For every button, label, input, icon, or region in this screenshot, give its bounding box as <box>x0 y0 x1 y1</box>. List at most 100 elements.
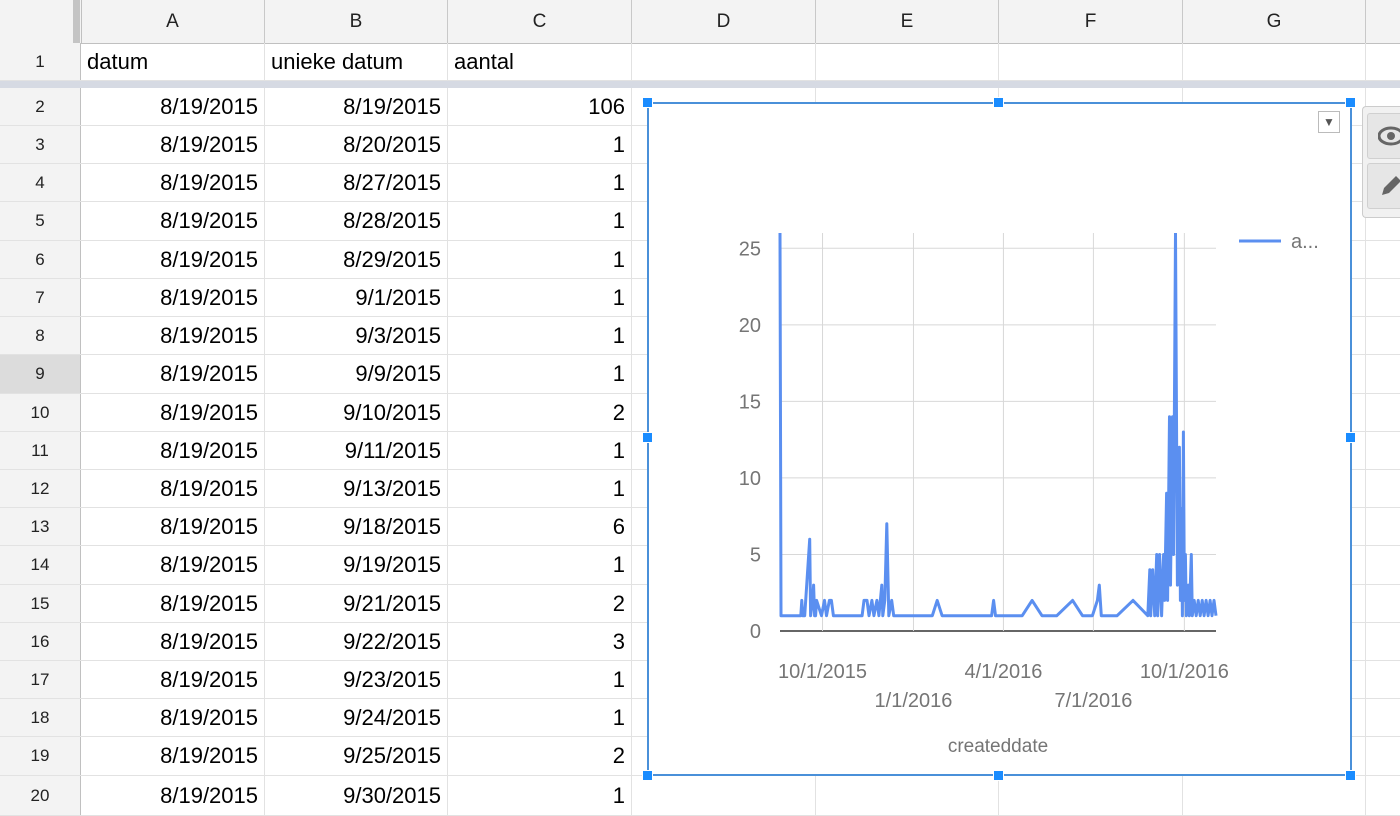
resize-handle-left[interactable] <box>642 432 653 443</box>
cell-b[interactable]: 8/20/2015 <box>265 126 448 163</box>
cell-c[interactable]: 1 <box>448 661 632 698</box>
row-header[interactable]: 20 <box>0 776 81 815</box>
cell-a[interactable]: 8/19/2015 <box>81 394 265 431</box>
row-header[interactable]: 2 <box>0 88 81 125</box>
cell-b[interactable]: 9/10/2015 <box>265 394 448 431</box>
column-header-c[interactable]: C <box>448 0 632 43</box>
cell-empty[interactable] <box>1366 279 1400 316</box>
cell-c[interactable]: 1 <box>448 126 632 163</box>
view-chart-button[interactable] <box>1367 113 1400 159</box>
row-header[interactable]: 8 <box>0 317 81 354</box>
column-header-f[interactable]: F <box>999 0 1183 43</box>
cell-empty[interactable] <box>1183 43 1366 80</box>
cell-empty[interactable] <box>1366 699 1400 736</box>
row-header[interactable]: 3 <box>0 126 81 163</box>
cell-b[interactable]: 9/3/2015 <box>265 317 448 354</box>
cell-b[interactable]: 8/29/2015 <box>265 241 448 278</box>
cell-a[interactable]: 8/19/2015 <box>81 737 265 775</box>
row-header[interactable]: 18 <box>0 699 81 736</box>
freeze-handle[interactable] <box>73 0 80 43</box>
cell-a[interactable]: 8/19/2015 <box>81 317 265 354</box>
cell-empty[interactable] <box>632 776 816 815</box>
cell-c[interactable]: 1 <box>448 164 632 201</box>
cell-empty[interactable] <box>1366 432 1400 469</box>
row-header[interactable]: 13 <box>0 508 81 545</box>
resize-handle-bottom-right[interactable] <box>1345 770 1356 781</box>
cell-a[interactable]: 8/19/2015 <box>81 241 265 278</box>
cell-a[interactable]: 8/19/2015 <box>81 355 265 393</box>
resize-handle-bottom[interactable] <box>993 770 1004 781</box>
cell-a[interactable]: 8/19/2015 <box>81 661 265 698</box>
chart-menu-dropdown[interactable]: ▼ <box>1318 111 1340 133</box>
row-header[interactable]: 17 <box>0 661 81 698</box>
cell-empty[interactable] <box>1366 470 1400 507</box>
cell-b[interactable]: 9/25/2015 <box>265 737 448 775</box>
cell-c[interactable]: 1 <box>448 776 632 815</box>
cell-a[interactable]: datum <box>81 43 265 80</box>
resize-handle-top-right[interactable] <box>1345 97 1356 108</box>
cell-c[interactable]: 1 <box>448 546 632 584</box>
cell-a[interactable]: 8/19/2015 <box>81 623 265 660</box>
cell-b[interactable]: 9/13/2015 <box>265 470 448 507</box>
row-header[interactable]: 19 <box>0 737 81 775</box>
cell-c[interactable]: 2 <box>448 585 632 622</box>
cell-b[interactable]: 9/1/2015 <box>265 279 448 316</box>
row-header[interactable]: 16 <box>0 623 81 660</box>
cell-a[interactable]: 8/19/2015 <box>81 508 265 545</box>
cell-b[interactable]: 8/28/2015 <box>265 202 448 240</box>
select-all-corner[interactable] <box>0 0 82 43</box>
cell-b[interactable]: 9/23/2015 <box>265 661 448 698</box>
cell-b[interactable]: 9/22/2015 <box>265 623 448 660</box>
row-header[interactable]: 5 <box>0 202 81 240</box>
cell-a[interactable]: 8/19/2015 <box>81 279 265 316</box>
cell-b[interactable]: 9/18/2015 <box>265 508 448 545</box>
cell-empty[interactable] <box>1366 241 1400 278</box>
cell-b[interactable]: 9/9/2015 <box>265 355 448 393</box>
cell-c[interactable]: 1 <box>448 279 632 316</box>
column-header-g[interactable]: G <box>1183 0 1366 43</box>
cell-a[interactable]: 8/19/2015 <box>81 432 265 469</box>
cell-b[interactable]: unieke datum <box>265 43 448 80</box>
row-header[interactable]: 15 <box>0 585 81 622</box>
cell-c[interactable]: 1 <box>448 470 632 507</box>
edit-chart-button[interactable] <box>1367 163 1400 209</box>
cell-empty[interactable] <box>632 43 816 80</box>
column-header-b[interactable]: B <box>265 0 448 43</box>
cell-empty[interactable] <box>1183 776 1366 815</box>
row-header[interactable]: 6 <box>0 241 81 278</box>
cell-c[interactable]: 3 <box>448 623 632 660</box>
cell-b[interactable]: 8/27/2015 <box>265 164 448 201</box>
cell-a[interactable]: 8/19/2015 <box>81 88 265 125</box>
row-header[interactable]: 1 <box>0 43 81 80</box>
cell-c[interactable]: aantal <box>448 43 632 80</box>
cell-empty[interactable] <box>999 776 1183 815</box>
column-header-d[interactable]: D <box>632 0 816 43</box>
cell-empty[interactable] <box>1366 508 1400 545</box>
cell-a[interactable]: 8/19/2015 <box>81 546 265 584</box>
cell-c[interactable]: 2 <box>448 394 632 431</box>
cell-a[interactable]: 8/19/2015 <box>81 202 265 240</box>
cell-a[interactable]: 8/19/2015 <box>81 585 265 622</box>
cell-b[interactable]: 9/19/2015 <box>265 546 448 584</box>
cell-b[interactable]: 8/19/2015 <box>265 88 448 125</box>
cell-c[interactable]: 106 <box>448 88 632 125</box>
cell-c[interactable]: 1 <box>448 432 632 469</box>
frozen-row-divider[interactable] <box>0 81 1400 88</box>
resize-handle-right[interactable] <box>1345 432 1356 443</box>
cell-empty[interactable] <box>816 43 999 80</box>
embedded-chart[interactable]: 0 5 10 15 20 25 10/1/2015 1/1/2016 4/1/2016 7/1/2… <box>647 102 1352 776</box>
cell-c[interactable]: 1 <box>448 317 632 354</box>
row-header[interactable]: 11 <box>0 432 81 469</box>
row-header[interactable]: 14 <box>0 546 81 584</box>
cell-b[interactable]: 9/30/2015 <box>265 776 448 815</box>
cell-empty[interactable] <box>1366 776 1400 815</box>
cell-empty[interactable] <box>999 43 1183 80</box>
resize-handle-bottom-left[interactable] <box>642 770 653 781</box>
cell-c[interactable]: 1 <box>448 202 632 240</box>
cell-empty[interactable] <box>1366 623 1400 660</box>
cell-b[interactable]: 9/21/2015 <box>265 585 448 622</box>
cell-c[interactable]: 1 <box>448 355 632 393</box>
cell-empty[interactable] <box>1366 585 1400 622</box>
row-header[interactable]: 9 <box>0 355 81 393</box>
cell-a[interactable]: 8/19/2015 <box>81 470 265 507</box>
